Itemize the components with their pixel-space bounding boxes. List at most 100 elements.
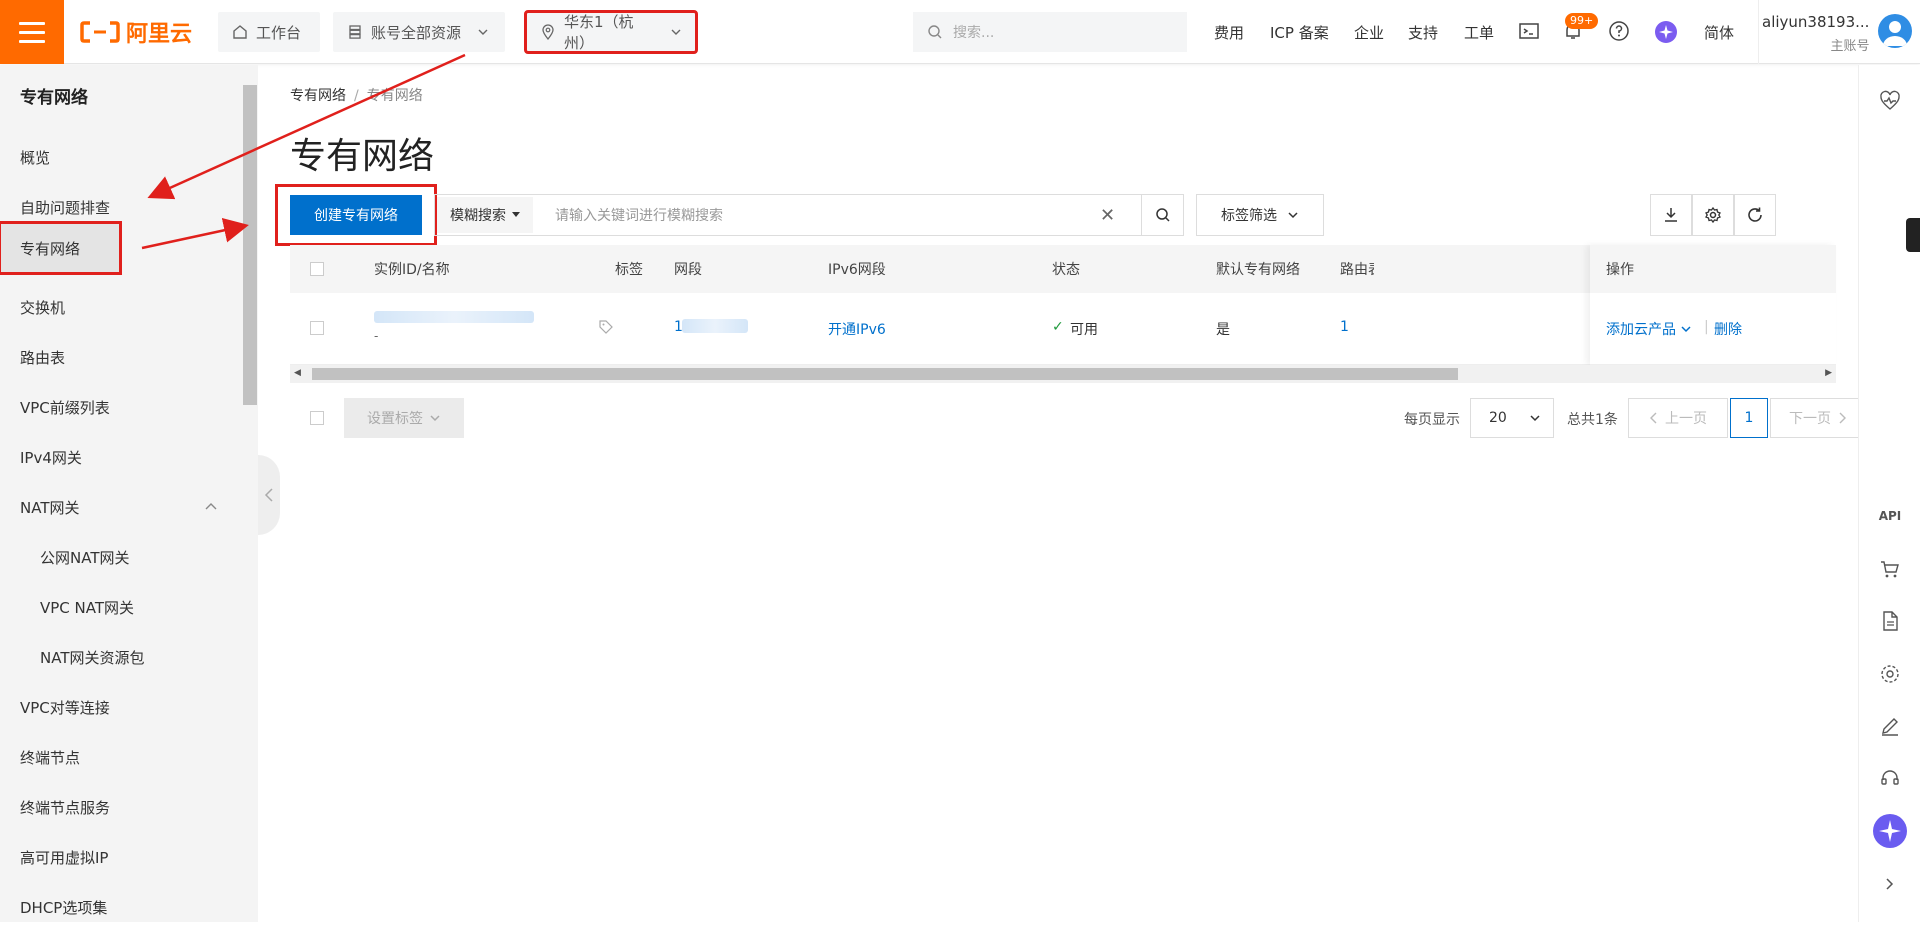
search-button[interactable]: [1141, 195, 1183, 235]
sidebar-item-vpc-nat[interactable]: VPC NAT网关: [0, 582, 240, 632]
clear-icon[interactable]: ✕: [1100, 205, 1115, 226]
edit-icon[interactable]: [1877, 713, 1903, 739]
sidebar-item-public-nat[interactable]: 公网NAT网关: [0, 532, 240, 582]
resources-label: 账号全部资源: [371, 23, 462, 42]
sidebar-item-endpoint[interactable]: 终端节点: [0, 732, 240, 782]
breadcrumb-current: 专有网络: [366, 88, 423, 104]
table-footer: 设置标签 每页显示 20 总共1条 上一页 1 下一页: [290, 398, 1866, 440]
chevron-right-icon[interactable]: [1877, 871, 1903, 897]
region-select[interactable]: 华东1（杭州）: [524, 10, 698, 54]
gear-icon: [1705, 206, 1721, 224]
avatar[interactable]: [1878, 14, 1912, 48]
user-menu[interactable]: aliyun38193... 主账号: [1762, 13, 1869, 54]
region-label: 华东1（杭州）: [564, 13, 634, 52]
language-switch[interactable]: 简体: [1704, 22, 1734, 43]
refresh-button[interactable]: [1734, 194, 1776, 236]
sidebar-item-nat-package[interactable]: NAT网关资源包: [0, 632, 240, 682]
prev-label: 上一页: [1665, 411, 1707, 427]
export-button[interactable]: [1650, 194, 1692, 236]
logo-text: 阿里云: [126, 22, 193, 47]
add-cloud-product-menu[interactable]: 添加云产品: [1606, 319, 1692, 339]
side-panel-handle[interactable]: [1906, 218, 1920, 252]
default-vpc-value: 是: [1216, 322, 1230, 338]
resource-group-select[interactable]: 账号全部资源: [333, 12, 505, 52]
sidebar-item-havip[interactable]: 高可用虚拟IP: [0, 832, 240, 882]
search-icon: [928, 25, 942, 39]
row-checkbox[interactable]: [310, 321, 324, 335]
caret-down-icon: [512, 212, 520, 217]
tag-icon[interactable]: [598, 319, 614, 335]
chevron-down-icon: [1681, 326, 1691, 333]
table-horizontal-scrollbar[interactable]: ◀ ▶: [290, 365, 1836, 383]
link-billing[interactable]: 费用: [1214, 22, 1244, 43]
select-all-checkbox[interactable]: [310, 262, 324, 276]
col-ipv6: IPv6网段: [828, 262, 886, 278]
search-mode-select[interactable]: 模糊搜索: [437, 197, 533, 233]
keyword-search-input[interactable]: 请输入关键词进行模糊搜索: [555, 205, 723, 225]
col-route-table: 路由表: [1340, 262, 1374, 278]
col-default: 默认专有网络: [1216, 262, 1300, 278]
delete-link[interactable]: 删除: [1714, 319, 1742, 339]
sidebar-item-prefix-list[interactable]: VPC前缀列表: [0, 382, 240, 432]
link-enterprise[interactable]: 企业: [1354, 22, 1384, 43]
sidebar-item-vswitch[interactable]: 交换机: [0, 282, 240, 332]
gear-icon[interactable]: [1877, 661, 1903, 687]
col-instance[interactable]: 实例ID/名称: [374, 259, 450, 279]
table-scroll-thumb[interactable]: [312, 368, 1458, 380]
top-bar: 阿里云 工作台 账号全部资源 华东1（杭州） 搜索... 费用 ICP 备案 企…: [0, 0, 1920, 64]
sidebar-item-vpc[interactable]: 专有网络: [0, 221, 122, 275]
nat-gateway-label: NAT网关: [20, 498, 80, 517]
search-mode-label: 模糊搜索: [450, 208, 506, 224]
document-icon[interactable]: [1877, 608, 1903, 634]
per-page-select[interactable]: 20: [1470, 398, 1554, 438]
page-title: 专有网络: [290, 136, 435, 177]
menu-icon[interactable]: [0, 0, 64, 64]
aliyun-logo[interactable]: 阿里云: [80, 18, 193, 47]
create-vpc-button[interactable]: 创建专有网络: [290, 195, 422, 235]
terminal-icon[interactable]: [1518, 20, 1542, 44]
main-content: 专有网络 / 专有网络 专有网络 创建专有网络 模糊搜索 请输入关键词进行模糊搜索 …: [258, 65, 1866, 922]
chevron-down-icon: [478, 29, 488, 35]
enable-ipv6-link[interactable]: 开通IPv6: [828, 319, 886, 339]
chevron-down-icon: [671, 29, 681, 35]
chevron-up-icon: [205, 503, 217, 510]
workbench-label: 工作台: [256, 23, 302, 42]
help-icon[interactable]: [1608, 20, 1632, 44]
operation-column: 操作 添加云产品 | 删除: [1590, 245, 1836, 365]
ai-assistant-icon[interactable]: [1654, 20, 1678, 44]
link-icp[interactable]: ICP 备案: [1270, 22, 1329, 43]
cart-icon[interactable]: [1877, 556, 1903, 582]
chevron-down-icon: [1288, 212, 1298, 219]
sidebar-item-ipv4-gateway[interactable]: IPv4网关: [0, 432, 240, 482]
global-search-input[interactable]: 搜索...: [913, 12, 1187, 52]
route-table-count[interactable]: 1: [1340, 319, 1349, 335]
sidebar-scroll-thumb[interactable]: [243, 85, 257, 405]
health-icon[interactable]: [1877, 88, 1903, 114]
link-ticket[interactable]: 工单: [1464, 22, 1494, 43]
database-icon: [349, 25, 361, 39]
api-icon[interactable]: API: [1877, 503, 1903, 529]
sidebar: 专有网络 概览 自助问题排查 专有网络 交换机 路由表 VPC前缀列表 IPv4…: [0, 65, 258, 922]
column-settings-button[interactable]: [1692, 194, 1734, 236]
sidebar-item-overview[interactable]: 概览: [0, 132, 240, 182]
sidebar-item-nat-gateway[interactable]: NAT网关: [0, 482, 240, 532]
page-number-button[interactable]: 1: [1730, 398, 1768, 438]
next-label: 下一页: [1789, 411, 1831, 427]
footer-select-all-checkbox[interactable]: [310, 411, 324, 425]
per-page-value: 20: [1489, 410, 1507, 426]
sidebar-item-endpoint-service[interactable]: 终端节点服务: [0, 782, 240, 832]
link-support[interactable]: 支持: [1408, 22, 1438, 43]
sidebar-item-dhcp[interactable]: DHCP选项集: [0, 882, 240, 932]
workbench-button[interactable]: 工作台: [218, 12, 320, 52]
next-page-button[interactable]: 下一页: [1770, 398, 1866, 438]
tag-filter-button[interactable]: 标签筛选: [1196, 194, 1324, 236]
sidebar-item-route-table[interactable]: 路由表: [0, 332, 240, 382]
breadcrumb-link[interactable]: 专有网络: [290, 88, 346, 104]
instance-id-link[interactable]: [374, 311, 534, 323]
chevron-right-icon: [1839, 412, 1846, 424]
headset-icon[interactable]: [1877, 765, 1903, 791]
sidebar-item-vpc-peering[interactable]: VPC对等连接: [0, 682, 240, 732]
prev-page-button[interactable]: 上一页: [1628, 398, 1728, 438]
ai-assistant-icon[interactable]: [1872, 813, 1908, 849]
set-tag-button[interactable]: 设置标签: [344, 398, 464, 438]
